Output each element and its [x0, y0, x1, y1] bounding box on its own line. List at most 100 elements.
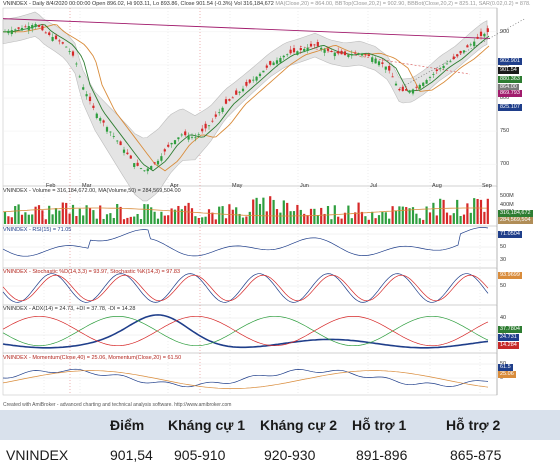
volume-bar	[469, 212, 472, 224]
volume-bar	[119, 206, 122, 224]
candle-body	[469, 44, 472, 46]
volume-bar	[163, 215, 166, 224]
month-label-jun: Jun	[300, 183, 309, 189]
volume-bar	[75, 216, 78, 224]
resistance-trendline	[2, 18, 491, 39]
candle-body	[422, 82, 425, 86]
volume-bar	[398, 206, 401, 224]
candle-body	[289, 49, 292, 54]
candle-body	[377, 61, 381, 66]
price-value-box: 825.107	[498, 104, 522, 111]
volume-bar	[187, 202, 190, 224]
candle-body	[354, 52, 357, 54]
volume-bar	[204, 216, 207, 224]
candle-body	[456, 54, 459, 57]
rsi-value-box: 71.0504	[498, 231, 522, 238]
volume-bar	[347, 205, 350, 224]
candle-body	[129, 155, 132, 159]
volume-bar	[473, 198, 476, 224]
candle-body	[20, 27, 24, 31]
volume-bar	[309, 208, 313, 224]
volume-bar	[102, 218, 105, 224]
adx-tick-label: 40	[500, 315, 507, 321]
volume-bar	[184, 205, 187, 224]
candle-body	[190, 136, 194, 138]
candle-body	[445, 63, 449, 65]
volume-bar	[350, 218, 353, 224]
candle-body	[221, 107, 224, 112]
candle-body	[347, 54, 350, 57]
volume-bar	[449, 215, 452, 224]
volume-bar	[122, 219, 126, 224]
volume-value-box: 316,184,672	[498, 210, 533, 217]
volume-bar	[65, 202, 68, 224]
candle-body	[14, 29, 17, 31]
volume-bar	[44, 219, 47, 224]
candle-body	[449, 61, 452, 63]
volume-bar	[54, 208, 58, 224]
candle-body	[415, 86, 418, 88]
candle-body	[99, 118, 102, 121]
candle-body	[143, 170, 146, 172]
volume-bar	[116, 203, 119, 224]
volume-bar	[435, 215, 438, 224]
candle-body	[269, 61, 272, 65]
volume-bar	[224, 218, 228, 224]
volume-bar	[143, 204, 146, 224]
candle-body	[360, 53, 364, 56]
rsi-tick-label: 50	[500, 244, 507, 250]
candle-body	[105, 127, 109, 132]
candle-body	[95, 113, 98, 119]
candle-body	[388, 65, 391, 71]
volume-bar	[272, 199, 275, 224]
candle-body	[177, 137, 180, 140]
rsi-pane-header: VNINDEX - RSI(15) = 71.05	[3, 227, 72, 233]
candle-body	[201, 128, 204, 132]
candle-body	[411, 89, 415, 94]
candle-body	[82, 87, 85, 90]
candle-body	[153, 162, 156, 164]
volume-bar	[265, 211, 268, 224]
candle-body	[367, 54, 370, 57]
volume-bar	[201, 217, 204, 224]
header-diem: Điểm	[110, 417, 145, 433]
volume-bar	[374, 218, 377, 224]
volume-bar	[394, 210, 398, 224]
volume-bar	[262, 197, 265, 224]
candle-body	[34, 24, 37, 27]
candle-body	[160, 156, 163, 161]
month-label-jul: Jul	[370, 183, 378, 189]
volume-bar	[360, 211, 364, 224]
volume-bar	[452, 213, 455, 224]
row-diem: 901,54	[110, 447, 153, 463]
adx-pane-header: VNINDEX - ADX(14) = 24.73, +DI = 37.78, …	[3, 306, 136, 312]
candle-body	[265, 65, 268, 68]
volume-bar	[221, 206, 224, 224]
volume-bar	[428, 212, 432, 224]
price-value-box: 902.901	[498, 58, 522, 65]
volume-bar	[258, 203, 262, 224]
chart-canvas[interactable]	[0, 0, 560, 402]
candle-body	[357, 53, 360, 55]
volume-bar	[218, 206, 221, 224]
volume-bar	[58, 210, 61, 224]
candle-body	[282, 55, 285, 58]
candle-body	[102, 120, 105, 123]
volume-bar	[82, 215, 85, 224]
candle-body	[68, 51, 71, 52]
adx-value-box: 24.731	[498, 334, 519, 341]
candle-body	[54, 35, 58, 40]
candle-body	[479, 31, 483, 36]
candle-body	[408, 90, 411, 93]
volume-bar	[34, 206, 37, 224]
candle-body	[119, 141, 122, 146]
candle-body	[48, 32, 51, 35]
candle-body	[364, 54, 367, 56]
candle-body	[126, 152, 129, 155]
volume-bar	[136, 213, 139, 224]
plus-di-line	[2, 315, 489, 347]
candle-body	[340, 50, 343, 55]
technical-chart[interactable]: VNINDEX - Daily 8/4/2020 00:00:00 Open 8…	[0, 0, 560, 402]
pane-frame	[2, 7, 498, 187]
candle-body	[425, 80, 428, 84]
